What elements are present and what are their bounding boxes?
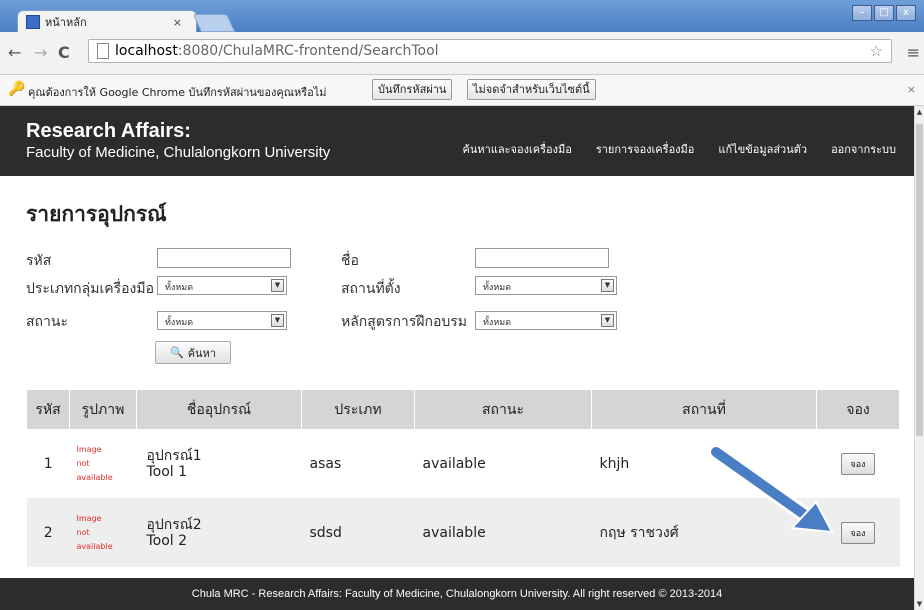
favicon-icon (26, 15, 40, 29)
group-select[interactable]: ทั้งหมด ▼ (157, 276, 287, 295)
status-select[interactable]: ทั้งหมด ▼ (157, 311, 287, 330)
minimize-button[interactable]: – (852, 5, 872, 21)
menu-icon[interactable]: ≡ (907, 43, 920, 62)
cell-status: available (414, 429, 592, 498)
col-header-status: สถานะ (414, 390, 592, 429)
location-label: สถานที่ตั้ง (341, 281, 401, 297)
search-button[interactable]: 🔍 ค้นหา (155, 341, 231, 364)
code-input[interactable] (157, 248, 291, 268)
page-icon (97, 43, 109, 59)
chevron-down-icon[interactable]: ▼ (601, 279, 614, 292)
scroll-up-icon[interactable]: ▲ (915, 108, 924, 116)
brand[interactable]: Research Affairs: Faculty of Medicine, C… (26, 120, 330, 164)
key-icon: 🔑 (8, 81, 26, 97)
forward-arrow-icon[interactable]: → (34, 43, 47, 62)
cell-name[interactable]: อุปกรณ์1 Tool 1 (136, 429, 302, 498)
chevron-down-icon[interactable]: ▼ (271, 279, 284, 292)
page-footer: Chula MRC - Research Affairs: Faculty of… (0, 578, 914, 610)
cell-status: available (414, 498, 592, 567)
nav-booking-list[interactable]: รายการจองเครื่องมือ (596, 140, 695, 158)
status-select-value: ทั้งหมด (165, 318, 194, 328)
tab-close-icon[interactable]: × (173, 16, 182, 29)
col-header-book: จอง (816, 390, 900, 429)
cell-code: 2 (27, 498, 70, 567)
book-button[interactable]: จอง (841, 521, 875, 544)
infobar-close-icon[interactable]: × (907, 83, 916, 96)
browser-tab[interactable]: หน้าหลัก × (17, 10, 197, 33)
code-label: รหัส (26, 253, 52, 269)
close-window-button[interactable]: x (896, 5, 916, 21)
course-label: หลักสูตรการฝึกอบรม (341, 314, 468, 330)
password-infobar: 🔑 คุณต้องการให้ Google Chrome บันทึกรหัส… (0, 75, 924, 106)
nav-edit-profile[interactable]: แก้ไขข้อมูลส่วนตัว (718, 140, 807, 158)
image-placeholder: Image not available (69, 498, 137, 567)
browser-toolbar: ← → C localhost:8080/ChulaMRC-frontend/S… (0, 32, 924, 75)
window-controls: – □ x (850, 5, 916, 21)
name-label: ชื่อ (341, 253, 359, 269)
chevron-down-icon[interactable]: ▼ (271, 314, 284, 327)
location-select-value: ทั้งหมด (483, 283, 512, 293)
page-title: รายการอุปกรณ์ (26, 202, 167, 226)
table-header-row: รหัส รูปภาพ ชื่ออุปกรณ์ ประเภท สถานะ สถา… (27, 390, 900, 429)
nav-search-book[interactable]: ค้นหาและจองเครื่องมือ (463, 140, 572, 158)
image-placeholder: Image not available (69, 429, 137, 498)
course-select-value: ทั้งหมด (483, 318, 512, 328)
col-header-type: ประเภท (301, 390, 415, 429)
cell-code: 1 (27, 429, 70, 498)
reload-icon[interactable]: C (58, 43, 70, 62)
col-header-image: รูปภาพ (69, 390, 137, 429)
book-button[interactable]: จอง (841, 452, 875, 475)
col-header-code: รหัส (27, 390, 70, 429)
bookmark-star-icon[interactable]: ☆ (870, 42, 883, 60)
site-header: Research Affairs: Faculty of Medicine, C… (0, 106, 924, 176)
search-icon: 🔍 (169, 346, 184, 359)
maximize-button[interactable]: □ (874, 5, 894, 21)
col-header-location: สถานที่ (591, 390, 817, 429)
nav-logout[interactable]: ออกจากระบบ (831, 140, 896, 158)
infobar-message: คุณต้องการให้ Google Chrome บันทึกรหัสผ่… (28, 86, 327, 99)
address-bar[interactable]: localhost:8080/ChulaMRC-frontend/SearchT… (88, 39, 892, 63)
status-label: สถานะ (26, 314, 68, 330)
group-select-value: ทั้งหมด (165, 283, 194, 293)
browser-titlebar: หน้าหลัก × – □ x (0, 0, 924, 33)
cell-name[interactable]: อุปกรณ์2 Tool 2 (136, 498, 302, 567)
tab-title: หน้าหลัก (45, 16, 87, 29)
annotation-arrow-icon (708, 444, 834, 534)
brand-title: Research Affairs: (26, 120, 191, 142)
never-save-button[interactable]: ไม่จดจำสำหรับเว็บไซต์นี้ (467, 79, 596, 100)
scroll-down-icon[interactable]: ▼ (915, 600, 924, 608)
location-select[interactable]: ทั้งหมด ▼ (475, 276, 617, 295)
brand-subtitle: Faculty of Medicine, Chulalongkorn Unive… (26, 144, 331, 161)
chevron-down-icon[interactable]: ▼ (601, 314, 614, 327)
name-input[interactable] (475, 248, 609, 268)
col-header-name: ชื่ออุปกรณ์ (136, 390, 302, 429)
cell-type: asas (301, 429, 415, 498)
back-arrow-icon[interactable]: ← (8, 43, 21, 62)
group-label: ประเภทกลุ่มเครื่องมือ (26, 281, 155, 297)
new-tab-button[interactable] (192, 14, 236, 32)
cell-type: sdsd (301, 498, 415, 567)
main-nav: ค้นหาและจองเครื่องมือ รายการจองเครื่องมื… (463, 140, 897, 158)
search-button-label: ค้นหา (187, 346, 216, 360)
save-password-button[interactable]: บันทึกรหัสผ่าน (372, 79, 453, 100)
scrollbar-thumb[interactable] (916, 124, 923, 436)
course-select[interactable]: ทั้งหมด ▼ (475, 311, 617, 330)
url-text: localhost:8080/ChulaMRC-frontend/SearchT… (115, 43, 439, 59)
page-scrollbar[interactable]: ▲ ▼ (914, 106, 924, 610)
